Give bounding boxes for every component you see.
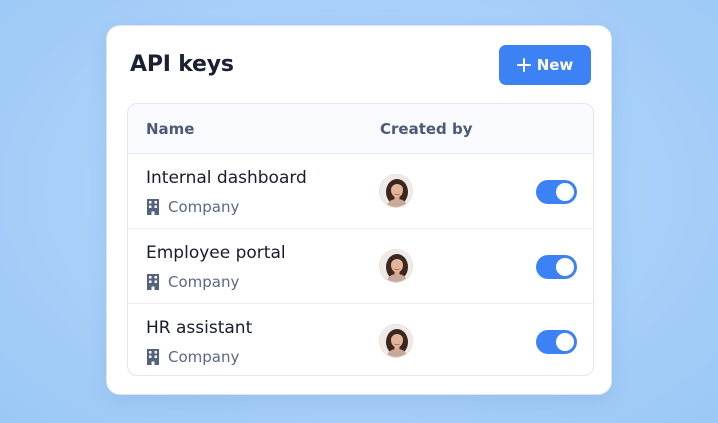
enabled-toggle[interactable] bbox=[536, 255, 577, 279]
enabled-toggle[interactable] bbox=[536, 330, 577, 354]
api-keys-card: API keys New Name Created by Internal da… bbox=[106, 25, 612, 395]
building-icon bbox=[146, 199, 160, 215]
toggle-knob bbox=[556, 258, 574, 276]
new-button-label: New bbox=[536, 56, 574, 74]
api-key-name: HR assistant bbox=[146, 318, 253, 338]
api-key-scope: Company bbox=[146, 198, 239, 216]
table-header: Name Created by bbox=[128, 104, 593, 154]
column-header-name: Name bbox=[146, 120, 195, 138]
api-key-name: Employee portal bbox=[146, 243, 286, 263]
page-title: API keys bbox=[130, 52, 234, 77]
api-key-scope: Company bbox=[146, 273, 239, 291]
toggle-knob bbox=[556, 183, 574, 201]
scope-label: Company bbox=[168, 198, 240, 216]
column-header-created-by: Created by bbox=[380, 120, 473, 138]
building-icon bbox=[146, 274, 160, 290]
avatar bbox=[379, 324, 413, 358]
api-keys-table: Name Created by Internal dashboard Compa… bbox=[127, 103, 594, 376]
avatar bbox=[379, 249, 413, 283]
table-row[interactable]: HR assistant Company bbox=[128, 304, 593, 375]
api-key-scope: Company bbox=[146, 348, 239, 366]
table-row[interactable]: Internal dashboard Company bbox=[128, 154, 593, 229]
scope-label: Company bbox=[168, 348, 240, 366]
building-icon bbox=[146, 349, 160, 365]
scope-label: Company bbox=[168, 273, 240, 291]
enabled-toggle[interactable] bbox=[536, 180, 577, 204]
avatar bbox=[379, 174, 413, 208]
plus-icon bbox=[516, 58, 531, 72]
toggle-knob bbox=[556, 333, 574, 351]
api-key-name: Internal dashboard bbox=[146, 168, 307, 188]
new-api-key-button[interactable]: New bbox=[499, 45, 591, 85]
table-row[interactable]: Employee portal Company bbox=[128, 229, 593, 304]
